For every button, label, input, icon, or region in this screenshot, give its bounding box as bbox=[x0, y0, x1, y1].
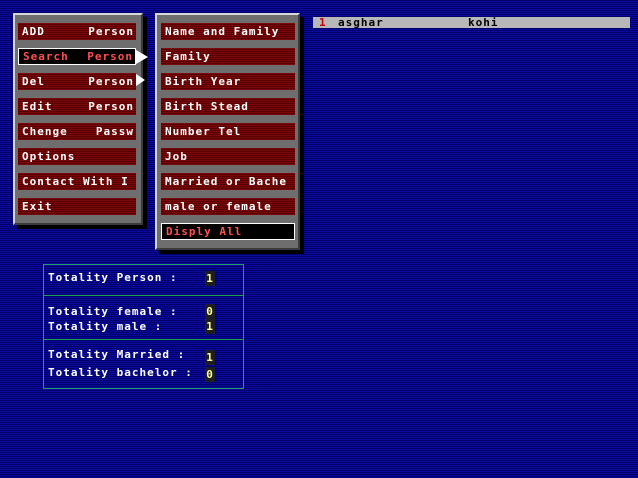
stat-value-totality-male: 1 bbox=[205, 319, 215, 334]
submenu-arrow-icon bbox=[136, 50, 148, 64]
stat-value-totality-female: 0 bbox=[205, 304, 215, 319]
result-last-name: kohi bbox=[468, 16, 499, 29]
stat-label-totality-person: Totality Person : bbox=[48, 271, 178, 284]
submenu-item-label: Birth Year bbox=[165, 75, 242, 88]
submenu-item-birth-stead[interactable]: Birth Stead bbox=[161, 98, 295, 115]
menu-item-options[interactable]: Options bbox=[18, 148, 136, 165]
submenu-arrow-icon bbox=[136, 74, 145, 86]
stat-label-totality-bachelor: Totality bachelor : bbox=[48, 366, 193, 379]
submenu-item-label: Family bbox=[165, 50, 211, 63]
stats-marital-box: Totality Married : 1 Totality bachelor :… bbox=[43, 339, 244, 389]
menu-item-label: Exit bbox=[22, 200, 53, 213]
menu-item-change-password[interactable]: Chenge Passw bbox=[18, 123, 136, 140]
menu-item-contact[interactable]: Contact With I bbox=[18, 173, 136, 190]
submenu-item-label: Name and Family bbox=[165, 25, 280, 38]
menu-item-label: Person bbox=[88, 25, 134, 38]
menu-item-edit-person[interactable]: Edit Person bbox=[18, 98, 136, 115]
submenu-item-label: male or female bbox=[165, 200, 272, 213]
menu-item-label: Search bbox=[23, 50, 69, 63]
result-first-name: asghar bbox=[338, 16, 384, 29]
stats-gender-box: Totality female : 0 Totality male : 1 bbox=[43, 295, 244, 340]
stat-value-totality-person: 1 bbox=[205, 271, 215, 286]
menu-item-del-person[interactable]: Del Person bbox=[18, 73, 136, 90]
menu-item-label: Person bbox=[88, 100, 134, 113]
submenu-item-birth-year[interactable]: Birth Year bbox=[161, 73, 295, 90]
menu-item-label: Options bbox=[22, 150, 76, 163]
submenu-item-label: Married or Bache bbox=[165, 175, 287, 188]
submenu-item-label: Job bbox=[165, 150, 188, 163]
menu-item-label: Chenge bbox=[22, 125, 68, 138]
menu-item-search-person[interactable]: Search Person bbox=[18, 48, 136, 65]
submenu-item-male-or-female[interactable]: male or female bbox=[161, 198, 295, 215]
submenu-item-family[interactable]: Family bbox=[161, 48, 295, 65]
main-menu: ADD Person Search Person Del Person Edit… bbox=[13, 13, 143, 225]
menu-item-label: Edit bbox=[22, 100, 53, 113]
menu-item-label: ADD bbox=[22, 25, 45, 38]
stat-label-totality-male: Totality male : bbox=[48, 320, 163, 333]
result-index: 1 bbox=[319, 16, 327, 29]
stat-value-totality-bachelor: 0 bbox=[205, 367, 215, 382]
stat-label-totality-married: Totality Married : bbox=[48, 348, 186, 361]
menu-item-label: Person bbox=[88, 75, 134, 88]
search-result-row[interactable]: 1 asghar kohi bbox=[313, 17, 630, 28]
submenu-item-married-or-bachelor[interactable]: Married or Bache bbox=[161, 173, 295, 190]
submenu-item-job[interactable]: Job bbox=[161, 148, 295, 165]
submenu-item-number-tel[interactable]: Number Tel bbox=[161, 123, 295, 140]
submenu-item-name-and-family[interactable]: Name and Family bbox=[161, 23, 295, 40]
menu-item-add-person[interactable]: ADD Person bbox=[18, 23, 136, 40]
submenu-item-display-all[interactable]: Disply All bbox=[161, 223, 295, 240]
search-submenu: Name and Family Family Birth Year Birth … bbox=[155, 13, 300, 250]
stats-person-box: Totality Person : 1 bbox=[43, 264, 244, 296]
menu-item-label: Passw bbox=[95, 125, 134, 138]
submenu-item-label: Number Tel bbox=[165, 125, 242, 138]
stat-label-totality-female: Totality female : bbox=[48, 305, 178, 318]
menu-item-exit[interactable]: Exit bbox=[18, 198, 136, 215]
menu-item-label: Contact With I bbox=[22, 175, 129, 188]
submenu-item-label: Birth Stead bbox=[165, 100, 249, 113]
menu-item-label: Person bbox=[87, 50, 133, 63]
stat-value-totality-married: 1 bbox=[205, 350, 215, 365]
menu-item-label: Del bbox=[22, 75, 45, 88]
submenu-item-label: Disply All bbox=[166, 225, 243, 238]
